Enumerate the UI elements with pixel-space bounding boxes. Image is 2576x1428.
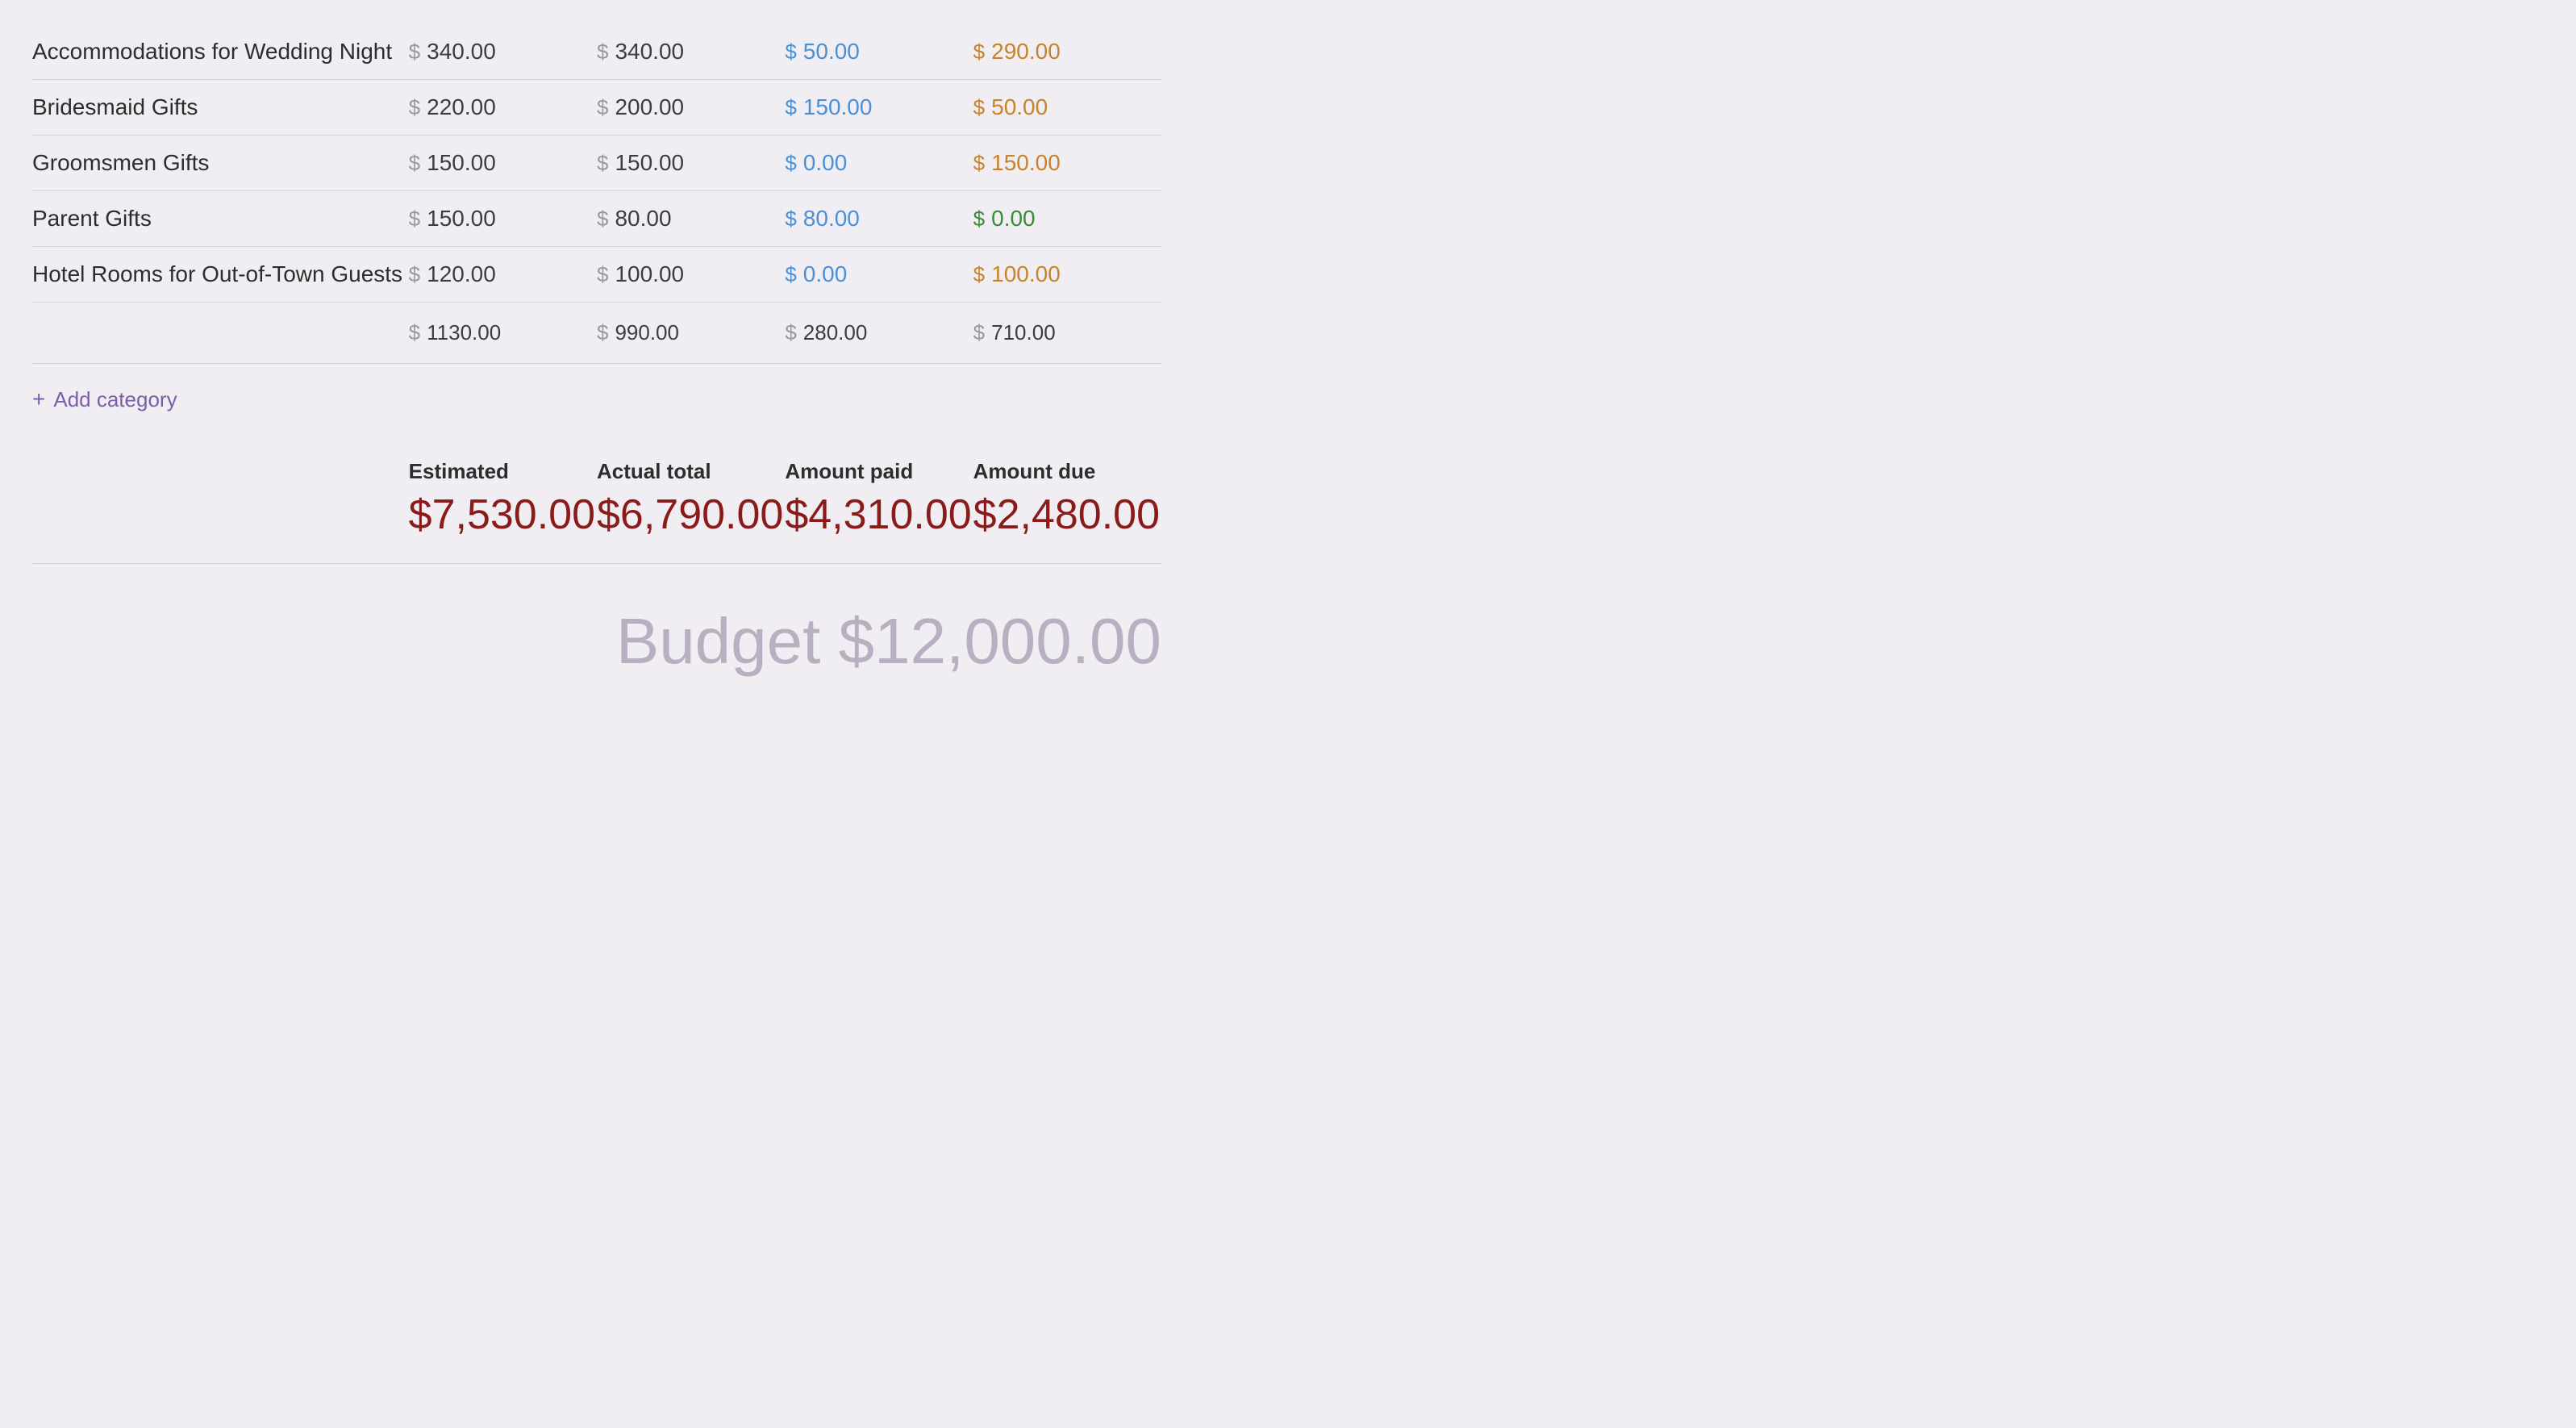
dollar-sign: $	[597, 40, 608, 65]
due-cell: $ 100.00	[973, 261, 1161, 287]
dollar-sign: $	[409, 95, 420, 120]
dollar-sign: $	[973, 151, 985, 176]
total-paid: $ 280.00	[785, 320, 973, 345]
dollar-sign: $	[597, 262, 608, 287]
dollar-sign: $	[409, 151, 420, 176]
dollar-sign: $	[409, 262, 420, 287]
due-value: 0.00	[991, 206, 1036, 232]
paid-cell: $ 80.00	[785, 206, 973, 232]
paid-cell: $ 0.00	[785, 261, 973, 287]
actual-value: 340.00	[615, 39, 684, 65]
actual-value: 200.00	[615, 94, 684, 120]
table-row: Accommodations for Wedding Night $ 340.0…	[32, 24, 1161, 80]
total-estimated: $ 1130.00	[409, 320, 597, 345]
estimated-cell: $ 340.00	[409, 39, 597, 65]
due-value: 100.00	[991, 261, 1061, 287]
table-row: Bridesmaid Gifts $ 220.00 $ 200.00 $ 150…	[32, 80, 1161, 136]
summary-due: Amount due $2,480.00	[973, 459, 1161, 539]
actual-cell: $ 200.00	[597, 94, 785, 120]
summary-actual: Actual total $6,790.00	[597, 459, 785, 539]
due-cell: $ 50.00	[973, 94, 1161, 120]
budget-total-label: Budget $12,000.00	[616, 605, 1161, 677]
category-name: Accommodations for Wedding Night	[32, 39, 409, 65]
actual-value: 80.00	[615, 206, 671, 232]
table-row: Groomsmen Gifts $ 150.00 $ 150.00 $ 0.00…	[32, 136, 1161, 191]
actual-cell: $ 150.00	[597, 150, 785, 176]
total-due: $ 710.00	[973, 320, 1161, 345]
dollar-sign: $	[973, 95, 985, 120]
plus-icon: +	[32, 386, 45, 412]
due-value: 290.00	[991, 39, 1061, 65]
category-name: Groomsmen Gifts	[32, 150, 409, 176]
add-category-row: + Add category	[32, 364, 1161, 435]
dollar-sign: $	[785, 151, 796, 176]
dollar-sign: $	[785, 207, 796, 232]
dollar-sign: $	[785, 95, 796, 120]
dollar-sign: $	[409, 40, 420, 65]
total-actual: $ 990.00	[597, 320, 785, 345]
estimated-value: 150.00	[427, 150, 496, 176]
actual-cell: $ 100.00	[597, 261, 785, 287]
budget-table: Accommodations for Wedding Night $ 340.0…	[32, 24, 1161, 695]
paid-value: 0.00	[803, 261, 848, 287]
category-name: Parent Gifts	[32, 206, 409, 232]
estimated-cell: $ 120.00	[409, 261, 597, 287]
table-row: Parent Gifts $ 150.00 $ 80.00 $ 80.00 $ …	[32, 191, 1161, 247]
due-cell: $ 0.00	[973, 206, 1161, 232]
category-name: Hotel Rooms for Out-of-Town Guests	[32, 261, 409, 287]
paid-cell: $ 150.00	[785, 94, 973, 120]
estimated-value: 150.00	[427, 206, 496, 232]
actual-cell: $ 340.00	[597, 39, 785, 65]
summary-paid: Amount paid $4,310.00	[785, 459, 973, 539]
dollar-sign: $	[973, 40, 985, 65]
dollar-sign: $	[785, 262, 796, 287]
actual-cell: $ 80.00	[597, 206, 785, 232]
dollar-sign: $	[597, 207, 608, 232]
summary-section: Estimated $7,530.00 Actual total $6,790.…	[32, 435, 1161, 555]
paid-value: 50.00	[803, 39, 860, 65]
estimated-value: 340.00	[427, 39, 496, 65]
actual-value: 150.00	[615, 150, 684, 176]
estimated-cell: $ 220.00	[409, 94, 597, 120]
due-value: 150.00	[991, 150, 1061, 176]
add-category-label: Add category	[53, 387, 177, 412]
estimated-value: 120.00	[427, 261, 496, 287]
paid-value: 150.00	[803, 94, 873, 120]
table-row: Hotel Rooms for Out-of-Town Guests $ 120…	[32, 247, 1161, 303]
dollar-sign: $	[973, 262, 985, 287]
estimated-cell: $ 150.00	[409, 150, 597, 176]
dollar-sign: $	[973, 207, 985, 232]
dollar-sign: $	[597, 151, 608, 176]
paid-value: 80.00	[803, 206, 860, 232]
dollar-sign: $	[597, 95, 608, 120]
add-category-button[interactable]: + Add category	[32, 386, 177, 412]
estimated-value: 220.00	[427, 94, 496, 120]
dollar-sign: $	[409, 207, 420, 232]
paid-cell: $ 50.00	[785, 39, 973, 65]
due-cell: $ 150.00	[973, 150, 1161, 176]
category-name: Bridesmaid Gifts	[32, 94, 409, 120]
estimated-cell: $ 150.00	[409, 206, 597, 232]
summary-estimated: Estimated $7,530.00	[409, 459, 597, 539]
actual-value: 100.00	[615, 261, 684, 287]
paid-cell: $ 0.00	[785, 150, 973, 176]
budget-display: Budget $12,000.00	[32, 563, 1161, 695]
dollar-sign: $	[785, 40, 796, 65]
totals-row: $ 1130.00 $ 990.00 $ 280.00 $ 710.00	[32, 303, 1161, 364]
due-value: 50.00	[991, 94, 1048, 120]
due-cell: $ 290.00	[973, 39, 1161, 65]
paid-value: 0.00	[803, 150, 848, 176]
